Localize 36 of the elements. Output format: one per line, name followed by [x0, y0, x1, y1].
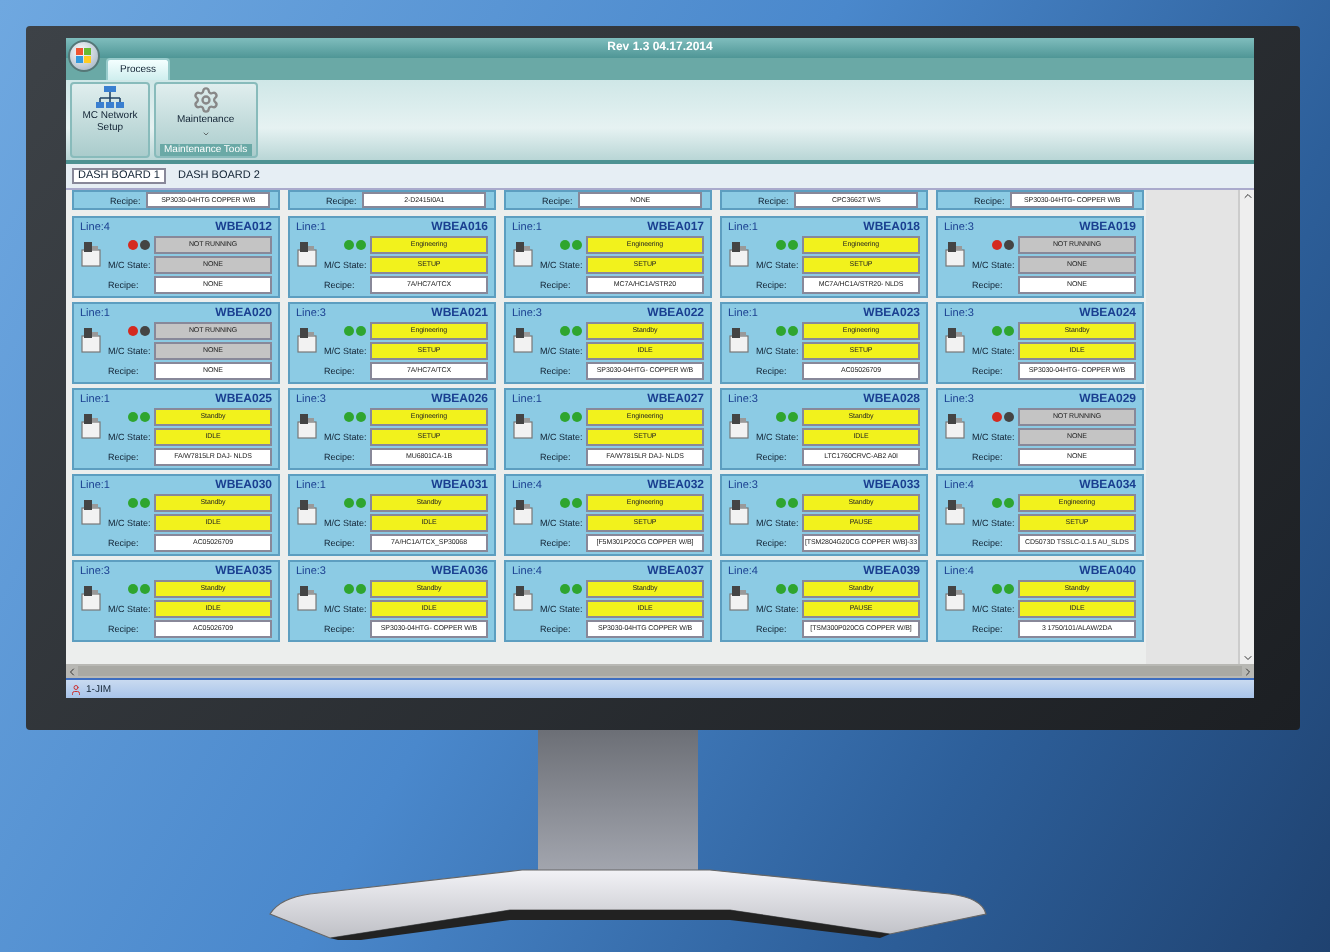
machine-icon: [80, 326, 102, 354]
scroll-left-icon[interactable]: [66, 665, 78, 677]
horizontal-scrollbar[interactable]: [66, 664, 1254, 678]
machine-icon: [296, 412, 318, 440]
vertical-scrollbar[interactable]: [1238, 190, 1254, 664]
machine-icon: [944, 584, 966, 612]
machine-icon: [296, 584, 318, 612]
machine-icon: [944, 498, 966, 526]
machine-icon: [80, 498, 102, 526]
scroll-up-icon[interactable]: [1241, 190, 1253, 202]
scroll-down-icon[interactable]: [1241, 652, 1253, 664]
network-icon: [96, 86, 124, 110]
machine-icon: [944, 412, 966, 440]
machine-icon: [728, 412, 750, 440]
machine-icon: [728, 584, 750, 612]
machine-icon: [80, 412, 102, 440]
app-menu-button[interactable]: [68, 40, 100, 72]
machine-icon: [296, 498, 318, 526]
machine-icon: [512, 240, 534, 268]
machine-icon: [80, 584, 102, 612]
machine-icon: [512, 412, 534, 440]
machine-icon: [80, 240, 102, 268]
machine-icon: [512, 326, 534, 354]
machine-icon: [728, 498, 750, 526]
machine-icon: [944, 326, 966, 354]
machine-icon: [512, 498, 534, 526]
scroll-right-icon[interactable]: [1242, 665, 1254, 677]
user-icon: [70, 683, 82, 695]
machine-icon: [296, 326, 318, 354]
machine-icon: [944, 240, 966, 268]
gear-icon: [191, 86, 220, 114]
machine-icon: [512, 584, 534, 612]
machine-icon: [296, 240, 318, 268]
machine-icon: [728, 326, 750, 354]
machine-icon: [728, 240, 750, 268]
window-logo-icon: [76, 48, 92, 64]
